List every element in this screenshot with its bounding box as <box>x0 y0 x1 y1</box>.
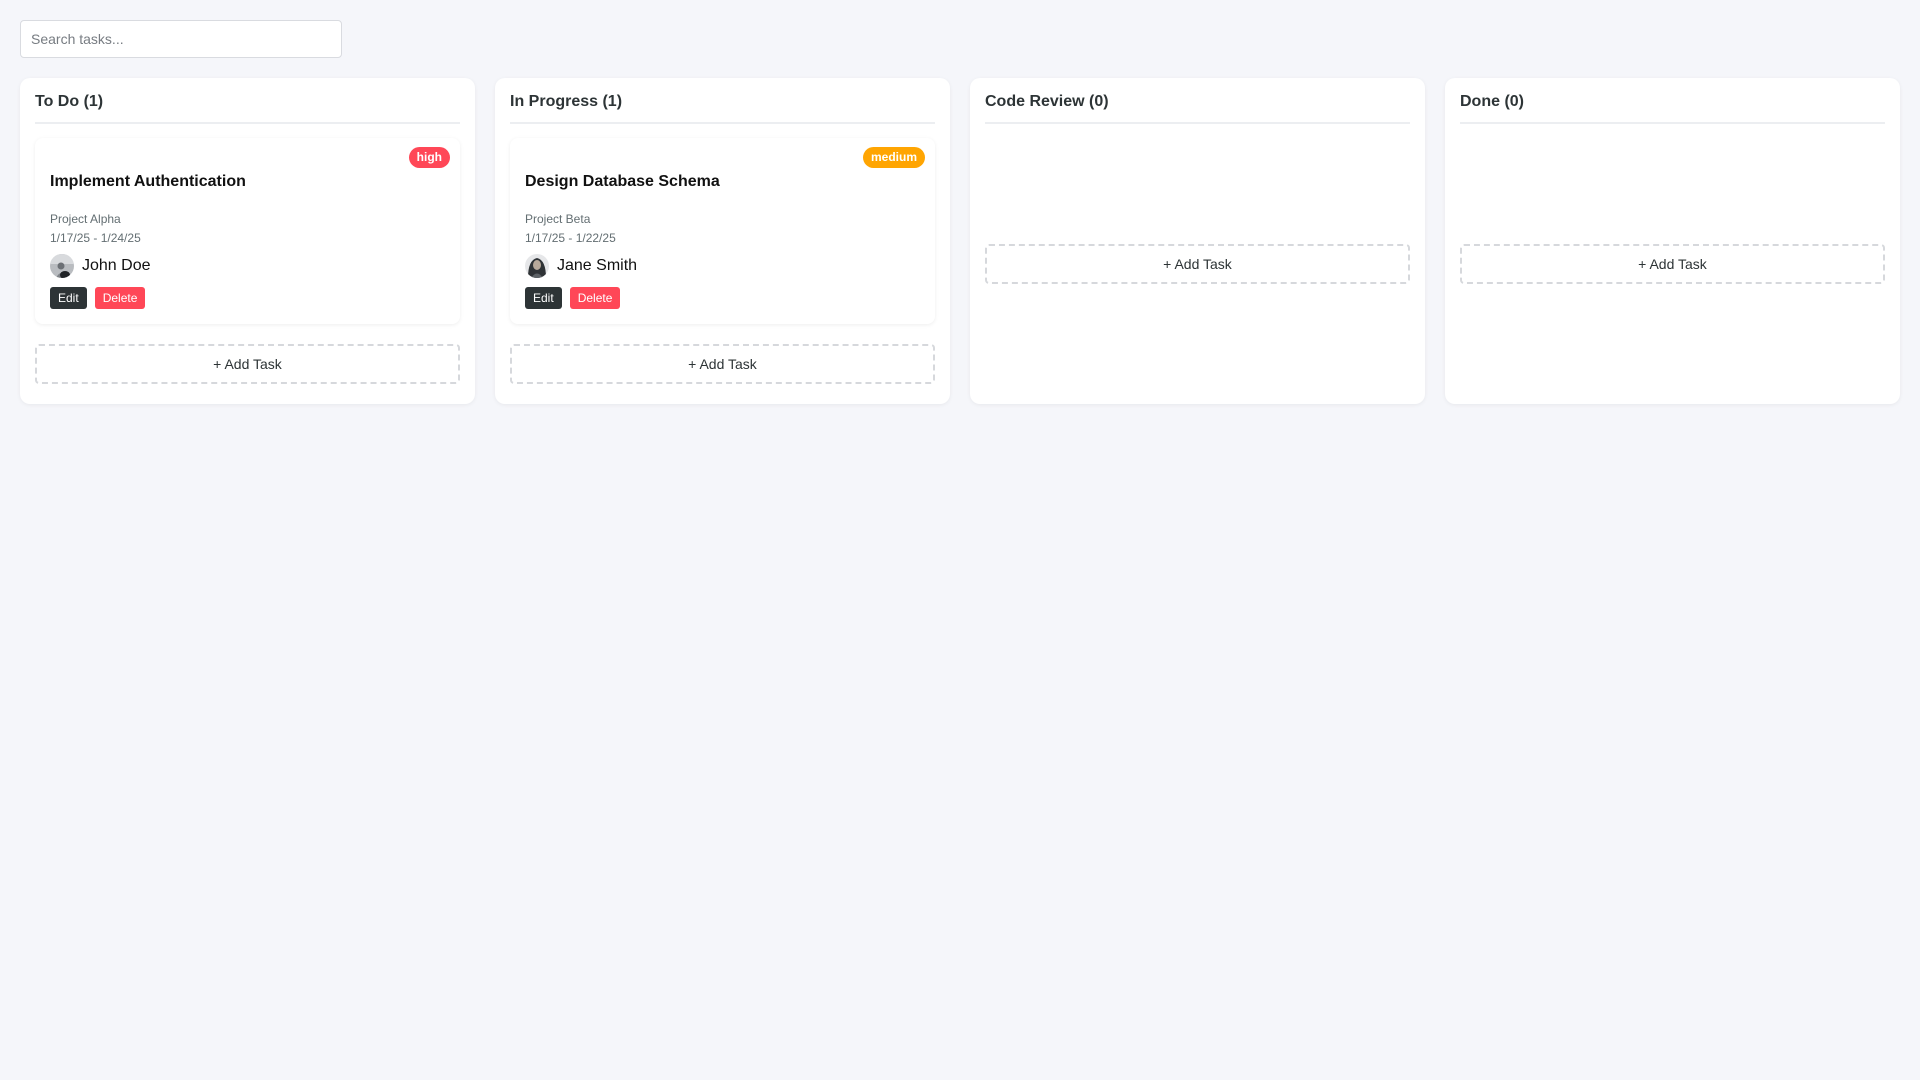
search-input[interactable] <box>20 20 342 58</box>
add-task-button[interactable]: + Add Task <box>985 244 1410 284</box>
assignee-name: Jane Smith <box>557 257 638 274</box>
column-code-review: Code Review (0) + Add Task <box>970 78 1425 404</box>
task-dates: 1/17/25 - 1/24/25 <box>50 231 141 245</box>
delete-button[interactable]: Delete <box>94 287 146 309</box>
assignee: John Doe <box>50 254 445 278</box>
search-bar <box>20 20 342 58</box>
column-done: Done (0) + Add Task <box>1445 78 1900 404</box>
task-list: medium Design Database Schema Project Be… <box>510 124 935 324</box>
kanban-board: To Do (1) high Implement Authentication … <box>20 78 1900 404</box>
assignee: Jane Smith <box>525 254 920 278</box>
task-card[interactable]: medium Design Database Schema Project Be… <box>510 138 935 324</box>
add-task-button[interactable]: + Add Task <box>1460 244 1885 284</box>
column-title: Done (0) <box>1460 93 1885 124</box>
task-dates: 1/17/25 - 1/22/25 <box>525 231 616 245</box>
avatar <box>525 254 549 278</box>
edit-button[interactable]: Edit <box>525 287 562 309</box>
task-title: Implement Authentication <box>50 173 246 190</box>
task-title: Design Database Schema <box>525 173 720 190</box>
task-project: Project Beta <box>525 212 591 226</box>
task-actions: Edit Delete <box>525 287 920 309</box>
column-to-do: To Do (1) high Implement Authentication … <box>20 78 475 404</box>
column-title: Code Review (0) <box>985 93 1410 124</box>
column-title: In Progress (1) <box>510 93 935 124</box>
task-actions: Edit Delete <box>50 287 445 309</box>
delete-button[interactable]: Delete <box>569 287 621 309</box>
column-in-progress: In Progress (1) medium Design Database S… <box>495 78 950 404</box>
add-task-button[interactable]: + Add Task <box>510 344 935 384</box>
avatar <box>50 254 74 278</box>
assignee-name: John Doe <box>82 257 151 274</box>
priority-badge: high <box>408 147 450 168</box>
priority-badge: medium <box>862 147 925 168</box>
add-task-button[interactable]: + Add Task <box>35 344 460 384</box>
task-card[interactable]: high Implement Authentication Project Al… <box>35 138 460 324</box>
task-list: high Implement Authentication Project Al… <box>35 124 460 324</box>
column-title: To Do (1) <box>35 93 460 124</box>
edit-button[interactable]: Edit <box>50 287 87 309</box>
task-project: Project Alpha <box>50 212 121 226</box>
